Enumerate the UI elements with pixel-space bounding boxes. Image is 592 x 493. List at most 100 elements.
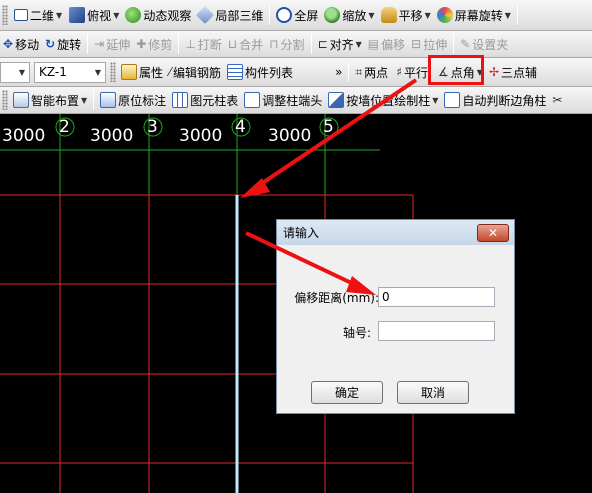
edit-toolbar: ✥ 移动 ↻ 旋转 ⇥ 延伸 ✚ 修剪 ⊥ 打断 ⊔ 合并 ⊓ 分割 ⊏ 对齐 …	[0, 31, 592, 58]
toolbar-separator	[453, 34, 455, 54]
smart-layout-button[interactable]: 智能布置 ▼	[10, 89, 90, 111]
set-icon: ✎	[460, 37, 471, 51]
ok-button[interactable]: 确定	[311, 381, 383, 404]
stretch-button[interactable]: ⊟ 拉伸	[408, 33, 450, 55]
cancel-button[interactable]: 取消	[397, 381, 469, 404]
axis-number-input[interactable]	[378, 321, 495, 341]
merge-button[interactable]: ⊔ 合并	[225, 33, 266, 55]
split-button[interactable]: ⊓ 分割	[266, 33, 307, 55]
toolbar-grip[interactable]	[2, 90, 8, 110]
chevron-down-icon[interactable]: ▼	[432, 96, 438, 105]
column-table-button[interactable]: 图元柱表	[169, 89, 241, 111]
extend-button[interactable]: ⇥ 延伸	[91, 33, 133, 55]
trim-icon: ✚	[136, 37, 147, 51]
chevron-down-icon[interactable]: ▼	[113, 11, 119, 20]
more-tools-icon: ✂	[552, 93, 563, 107]
view-toolbar: 二维 ▼ 俯视 ▼ 动态观察 局部三维 全屏 缩放 ▼ 平移 ▼ 屏幕旋转 ▼	[0, 0, 592, 31]
axis-number-label: 轴号:	[342, 326, 371, 340]
topview-button[interactable]: 俯视 ▼	[66, 4, 122, 26]
layer-select[interactable]: ▼	[0, 61, 30, 83]
grid-number: 4	[235, 117, 246, 137]
two-point-button[interactable]: ⌗ 两点	[352, 61, 391, 83]
dimension-text: 3000	[179, 126, 223, 146]
grid-number: 5	[323, 117, 334, 137]
move-button[interactable]: ✥ 移动	[0, 33, 42, 55]
toolbar-separator	[269, 5, 271, 25]
zoom-icon	[324, 7, 341, 23]
toolbar-grip[interactable]	[2, 5, 8, 25]
chevron-down-icon: ▼	[18, 67, 25, 77]
local3d-icon	[196, 5, 215, 25]
chevron-down-icon[interactable]: ▼	[368, 11, 374, 20]
stretch-icon: ⊟	[411, 37, 422, 51]
break-button[interactable]: ⊥ 打断	[182, 33, 224, 55]
edit-rebar-icon: ⁄	[169, 65, 172, 79]
dimension-text: 3000	[268, 126, 312, 146]
view2d-button[interactable]: 二维 ▼	[10, 4, 66, 26]
rotate-screen-icon	[436, 7, 453, 23]
dialog-title-bar[interactable]: 请输入 ✕	[277, 220, 514, 245]
adjust-column-end-button[interactable]: 调整柱端头	[241, 89, 325, 111]
edit-rebar-button[interactable]: ⁄ 编辑钢筋	[166, 61, 224, 83]
rotate-screen-button[interactable]: 屏幕旋转 ▼	[434, 4, 514, 26]
break-icon: ⊥	[185, 37, 196, 51]
align-button[interactable]: ⊏ 对齐 ▼	[315, 33, 365, 55]
three-point-button[interactable]: ✢ 三点辅	[486, 61, 540, 83]
properties-button[interactable]: 属性	[118, 61, 166, 83]
extend-icon: ⇥	[94, 37, 105, 51]
pan-icon	[380, 7, 397, 23]
column-table-icon	[172, 92, 189, 108]
split-icon: ⊓	[269, 37, 279, 51]
component-list-button[interactable]: 构件列表	[224, 61, 296, 83]
chevron-down-icon: ▼	[94, 67, 101, 77]
toolbar-separator	[310, 34, 312, 54]
pan-button[interactable]: 平移 ▼	[378, 4, 434, 26]
fullscreen-button[interactable]: 全屏	[273, 4, 321, 26]
local3d-button[interactable]: 局部三维	[194, 4, 266, 26]
more-tools-button[interactable]: ✂	[549, 89, 565, 111]
zoom-button[interactable]: 缩放 ▼	[321, 4, 377, 26]
chevron-down-icon[interactable]: ▼	[477, 68, 483, 77]
chevron-down-icon[interactable]: ▼	[81, 96, 87, 105]
adjust-end-icon	[244, 92, 261, 108]
set-button[interactable]: ✎ 设置夹	[457, 33, 511, 55]
rotate-icon: ↻	[45, 37, 56, 51]
offset-distance-label: 偏移距离(mm):	[294, 291, 379, 305]
chevron-down-icon[interactable]: ▼	[425, 11, 431, 20]
point-angle-button[interactable]: ∡ 点角 ▼	[435, 61, 486, 83]
input-dialog: 请输入 ✕ 偏移距离(mm): 轴号: 确定 取消	[276, 219, 515, 414]
three-point-icon: ✢	[488, 65, 500, 79]
component-list-icon	[227, 64, 244, 80]
grid-number: 2	[59, 117, 70, 137]
component-select[interactable]: KZ-1 ▼	[34, 61, 106, 83]
properties-icon	[121, 64, 137, 80]
align-icon: ⊏	[317, 37, 328, 51]
fullscreen-icon	[276, 7, 293, 23]
component-toolbar: ▼ KZ-1 ▼ 属性 ⁄ 编辑钢筋 构件列表 » ⌗ 两点 ♯ 平行 ∡ 点角…	[0, 58, 592, 87]
parallel-button[interactable]: ♯ 平行	[393, 61, 431, 83]
smart-layout-icon	[13, 92, 29, 108]
toolbar-grip[interactable]	[110, 62, 116, 82]
merge-icon: ⊔	[227, 37, 238, 51]
app-window: 二维▼ 俯视▼ 动态观察 局部三维 全屏 缩放▼ 平移▼ 屏幕旋转▼	[0, 0, 592, 493]
offset-icon: ▤	[367, 37, 380, 51]
offset-distance-input[interactable]	[378, 287, 495, 307]
view2d-icon	[14, 9, 28, 21]
chevron-down-icon[interactable]: ▼	[356, 40, 362, 49]
chevron-down-icon[interactable]: ▼	[505, 11, 511, 20]
offset-button[interactable]: ▤ 偏移	[365, 33, 408, 55]
auto-edge-column-button[interactable]: 自动判断边角柱	[441, 89, 549, 111]
move-icon: ✥	[3, 37, 14, 51]
trim-button[interactable]: ✚ 修剪	[133, 33, 175, 55]
topview-icon	[69, 7, 86, 23]
toolbar-overflow[interactable]: »	[332, 61, 345, 83]
chevron-down-icon[interactable]: ▼	[56, 11, 62, 20]
toolbar-separator	[93, 90, 95, 110]
in-situ-mark-button[interactable]: 原位标注	[97, 89, 169, 111]
rotate-button[interactable]: ↻ 旋转	[42, 33, 84, 55]
draw-by-position-button[interactable]: 按墙位置绘制柱 ▼	[325, 89, 441, 111]
close-button[interactable]: ✕	[477, 223, 509, 242]
orbit-button[interactable]: 动态观察	[122, 4, 194, 26]
dimension-text: 3000	[90, 126, 134, 146]
dialog-title: 请输入	[283, 226, 320, 240]
